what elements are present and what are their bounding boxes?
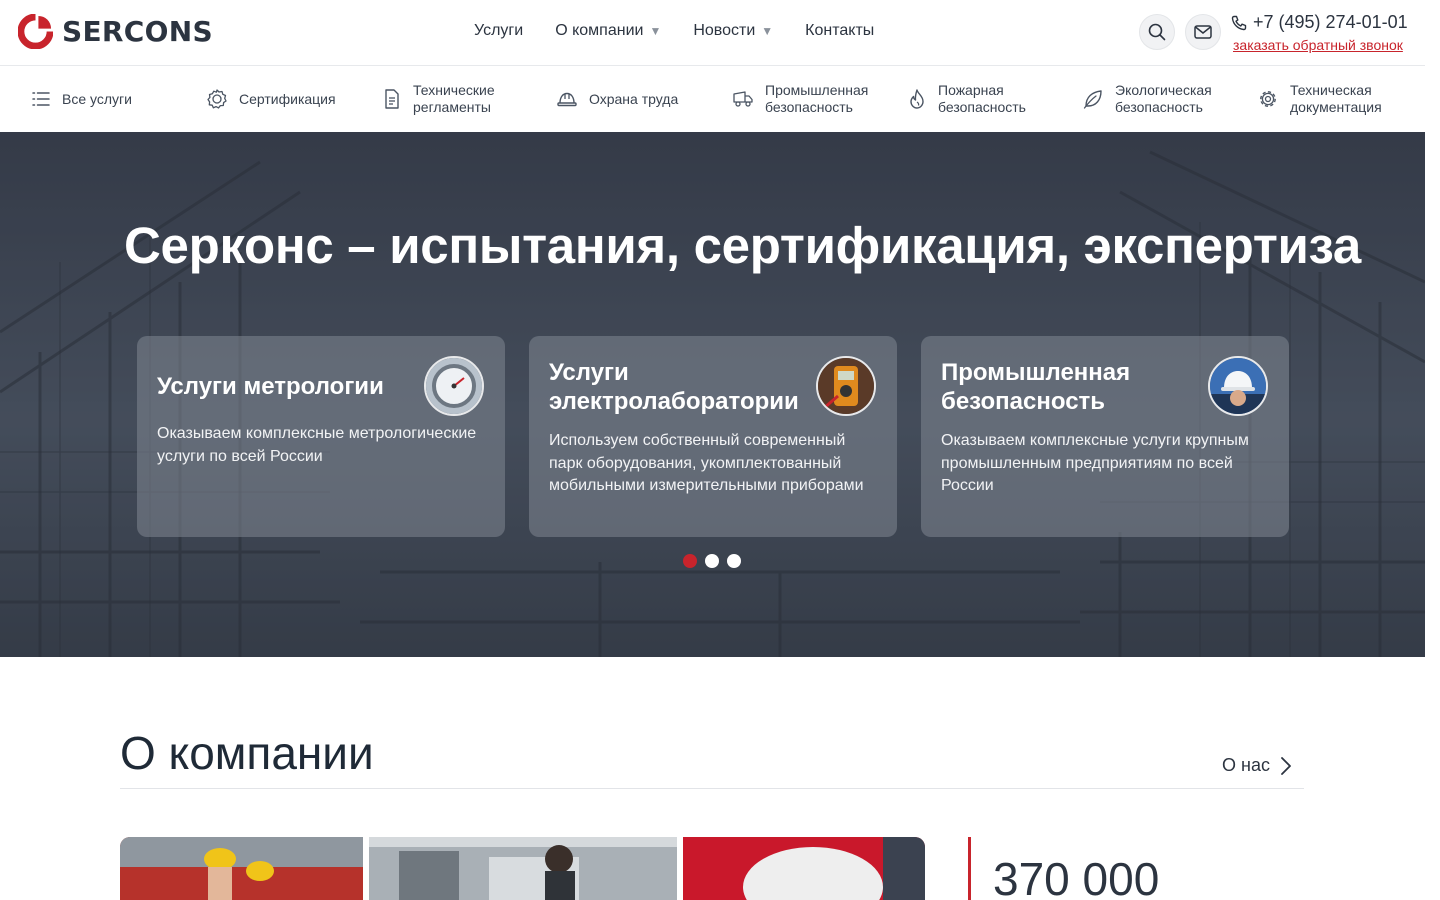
- nav-news[interactable]: Новости ▼: [693, 22, 773, 40]
- card-title: Услуги метрологии: [157, 373, 384, 400]
- callback-link[interactable]: заказать обратный звонок: [1233, 37, 1403, 53]
- document-icon: [385, 89, 399, 109]
- logo-text: SERCONS: [62, 15, 213, 48]
- service-card-industrial-safety[interactable]: Промышленная безопасность Оказываем комп…: [921, 336, 1289, 537]
- service-labor-safety[interactable]: Охрана труда: [557, 82, 678, 116]
- phone-icon: [1231, 15, 1247, 30]
- nav-news-label: Новости: [693, 22, 756, 39]
- card-text: Оказываем комплексные метрологические ус…: [157, 425, 477, 465]
- phone-number: +7 (495) 274-01-01: [1253, 12, 1408, 32]
- slider-dot-2[interactable]: [705, 554, 719, 568]
- nav-about-label: О компании: [555, 22, 644, 39]
- chevron-down-icon: ▼: [649, 24, 662, 38]
- top-nav: Услуги О компании ▼ Новости ▼ Контакты: [474, 22, 874, 40]
- service-card-metrology[interactable]: Услуги метрологии Оказываем комплексные …: [137, 336, 505, 537]
- company-stat: 370 000: [968, 837, 1159, 900]
- service-label: Все услуги: [62, 90, 132, 107]
- chevron-down-icon: ▼: [761, 24, 774, 38]
- site-header: SERCONS Услуги О компании ▼ Новости ▼ Ко…: [0, 0, 1425, 66]
- stat-number: 370 000: [993, 853, 1160, 900]
- nav-services-label: Услуги: [474, 22, 524, 39]
- service-card-electrolab[interactable]: Услуги электролаборатории Используем соб…: [529, 336, 897, 537]
- list-icon: [32, 92, 50, 106]
- about-us-link-label: О нас: [1222, 755, 1270, 775]
- nav-contacts[interactable]: Контакты: [805, 22, 874, 40]
- nav-services[interactable]: Услуги: [474, 22, 523, 40]
- multimeter-image: [816, 356, 876, 416]
- about-us-link[interactable]: О нас: [1222, 755, 1292, 776]
- service-all[interactable]: Все услуги: [32, 82, 132, 116]
- photo-workers: [120, 837, 363, 900]
- card-text: Оказываем комплексные услуги крупным про…: [941, 432, 1249, 494]
- service-label: Охрана труда: [589, 90, 679, 107]
- worker-helmet-image: [1208, 356, 1268, 416]
- phone-link[interactable]: +7 (495) 274-01-01: [1231, 12, 1408, 33]
- search-button[interactable]: [1139, 14, 1175, 50]
- service-label: Сертификация: [239, 90, 336, 107]
- chevron-right-icon: [1281, 756, 1291, 775]
- card-title: Промышленная безопасность: [941, 359, 1131, 415]
- gear-icon: [1260, 91, 1276, 107]
- mail-button[interactable]: [1185, 14, 1221, 50]
- service-certification[interactable]: Сертификация: [207, 82, 336, 116]
- truck-icon: [733, 91, 753, 107]
- service-label: Техническая документация: [1290, 82, 1382, 115]
- slider-pagination: [683, 554, 741, 568]
- services-menu: Все услуги Сертификация Технические регл…: [0, 66, 1425, 132]
- service-label: Экологическая безопасность: [1115, 82, 1212, 115]
- slider-dot-3[interactable]: [727, 554, 741, 568]
- hero-slider: Серконс – испытания, сертификация, экспе…: [0, 132, 1425, 657]
- leaf-icon: [1083, 90, 1102, 109]
- hero-title: Серконс – испытания, сертификация, экспе…: [124, 217, 1361, 274]
- service-tech-docs[interactable]: Техническая документация: [1258, 82, 1382, 116]
- photo-helmet: [683, 837, 925, 900]
- photo-factory: [369, 837, 677, 900]
- card-text: Используем собственный современный парк …: [549, 432, 864, 494]
- service-label: Технические регламенты: [413, 82, 495, 115]
- service-eco-safety[interactable]: Экологическая безопасность: [1083, 82, 1212, 116]
- nav-about[interactable]: О компании ▼: [555, 22, 661, 40]
- search-icon: [1148, 23, 1166, 41]
- section-divider: [120, 788, 1304, 789]
- service-industrial-safety[interactable]: Промышленная безопасность: [733, 82, 868, 116]
- nav-contacts-label: Контакты: [805, 22, 875, 39]
- logo[interactable]: SERCONS: [18, 14, 213, 49]
- certificate-icon: [207, 89, 227, 109]
- about-photo-collage: [120, 837, 925, 900]
- fire-icon: [910, 89, 924, 109]
- card-title: Услуги электролаборатории: [549, 359, 799, 415]
- hardhat-icon: [557, 92, 577, 107]
- pressure-gauge-image: [424, 356, 484, 416]
- about-section-title: О компании: [120, 727, 374, 779]
- service-tech-regulations[interactable]: Технические регламенты: [383, 82, 495, 116]
- slider-dot-1[interactable]: [683, 554, 697, 568]
- service-label: Пожарная безопасность: [938, 82, 1026, 115]
- service-fire-safety[interactable]: Пожарная безопасность: [908, 82, 1026, 116]
- mail-icon: [1194, 25, 1212, 39]
- logo-icon: [18, 14, 53, 49]
- service-label: Промышленная безопасность: [765, 82, 869, 115]
